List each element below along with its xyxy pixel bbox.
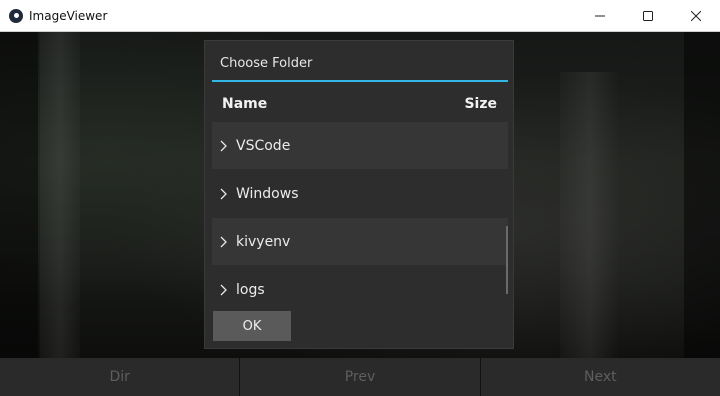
background-tree: [40, 32, 80, 358]
folder-label: VSCode: [236, 137, 291, 154]
background-shade-right: [684, 32, 720, 358]
chevron-right-icon: [220, 284, 227, 295]
chevron-right-icon: [220, 236, 227, 247]
choose-folder-dialog: Choose Folder Name Size VSCode Windows k…: [205, 41, 513, 348]
window-title: ImageViewer: [29, 8, 108, 23]
prev-button[interactable]: Prev: [240, 358, 481, 396]
folder-row[interactable]: Windows: [212, 170, 508, 217]
close-icon[interactable]: [672, 0, 720, 31]
folder-row[interactable]: kivyenv: [212, 218, 508, 265]
app-icon: [9, 8, 23, 23]
dialog-title: Choose Folder: [220, 56, 313, 71]
folder-label: Windows: [236, 185, 299, 202]
folder-list[interactable]: VSCode Windows kivyenv logs: [212, 122, 508, 298]
chevron-right-icon: [220, 140, 227, 151]
background-shade-left: [0, 32, 38, 358]
title-separator: [212, 80, 508, 82]
maximize-icon[interactable]: [624, 0, 672, 31]
minimize-icon[interactable]: [576, 0, 624, 31]
window-controls: [576, 0, 720, 31]
next-button[interactable]: Next: [480, 358, 720, 396]
list-scrollbar[interactable]: [506, 226, 508, 294]
ok-button[interactable]: OK: [213, 311, 291, 341]
background-rock: [560, 72, 620, 358]
folder-label: logs: [236, 281, 265, 298]
folder-row[interactable]: logs: [212, 266, 508, 298]
title-bar: ImageViewer: [0, 0, 720, 32]
bottom-toolbar: Dir Prev Next: [0, 358, 720, 396]
folder-label: kivyenv: [236, 233, 291, 250]
chevron-right-icon: [220, 188, 227, 199]
dir-button[interactable]: Dir: [0, 358, 241, 396]
column-header-size[interactable]: Size: [464, 96, 497, 112]
folder-row[interactable]: VSCode: [212, 122, 508, 169]
column-header-name[interactable]: Name: [222, 96, 267, 112]
